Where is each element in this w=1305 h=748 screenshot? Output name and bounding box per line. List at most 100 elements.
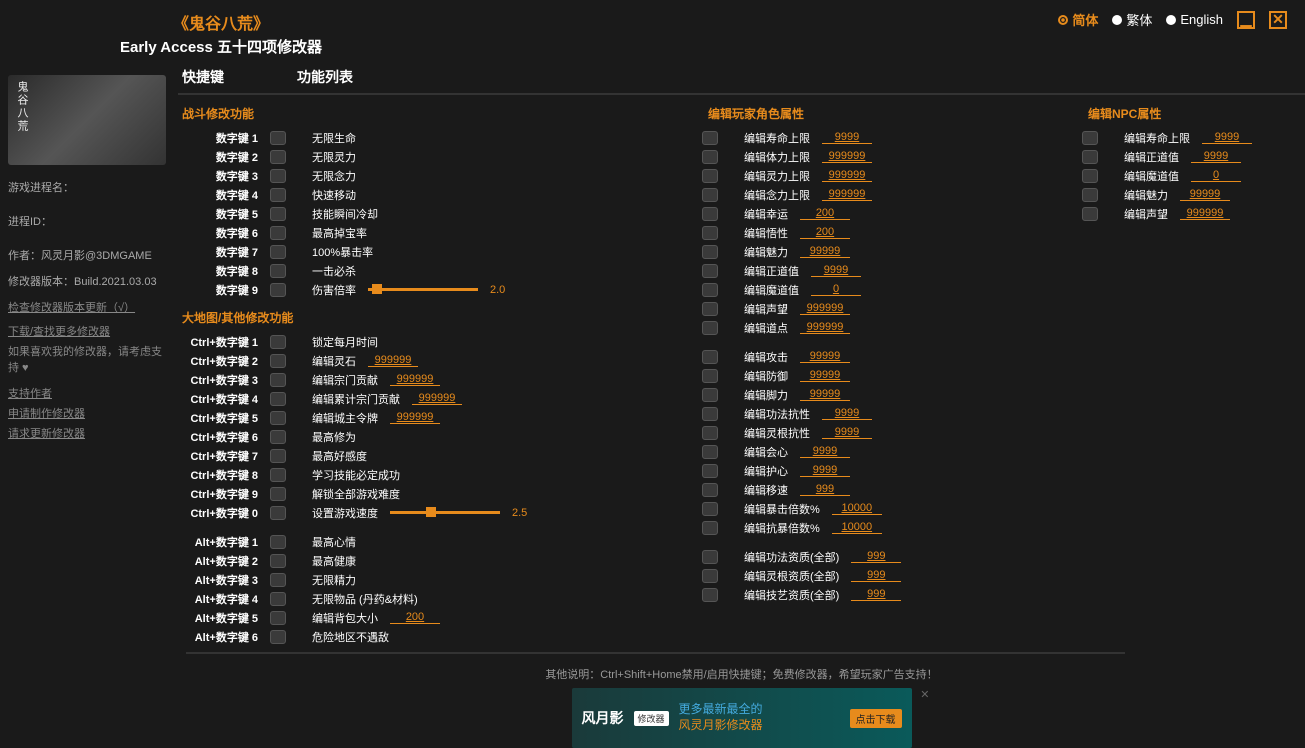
value-input[interactable]: 0 bbox=[811, 283, 861, 296]
checkbox[interactable] bbox=[270, 611, 286, 625]
slider[interactable] bbox=[390, 511, 500, 514]
checkbox[interactable] bbox=[702, 350, 718, 364]
checkbox[interactable] bbox=[702, 131, 718, 145]
value-input[interactable]: 9999 bbox=[1191, 150, 1241, 163]
value-input[interactable]: 999 bbox=[800, 483, 850, 496]
checkbox[interactable] bbox=[270, 207, 286, 221]
value-input[interactable]: 200 bbox=[800, 207, 850, 220]
value-input[interactable]: 999999 bbox=[390, 373, 440, 386]
checkbox[interactable] bbox=[702, 388, 718, 402]
checkbox[interactable] bbox=[270, 487, 286, 501]
checkbox[interactable] bbox=[270, 630, 286, 644]
checkbox[interactable] bbox=[270, 169, 286, 183]
checkbox[interactable] bbox=[702, 369, 718, 383]
checkbox[interactable] bbox=[270, 449, 286, 463]
value-input[interactable]: 9999 bbox=[822, 407, 872, 420]
checkbox[interactable] bbox=[702, 521, 718, 535]
checkbox[interactable] bbox=[702, 588, 718, 602]
checkbox[interactable] bbox=[1082, 207, 1098, 221]
value-input[interactable]: 9999 bbox=[822, 131, 872, 144]
minimize-button[interactable]: ▁ bbox=[1237, 11, 1255, 29]
checkbox[interactable] bbox=[1082, 150, 1098, 164]
ad-banner[interactable]: 风月影 修改器 更多最新最全的 风灵月影修改器 点击下载 ✕ bbox=[572, 688, 912, 748]
value-input[interactable]: 99999 bbox=[800, 369, 850, 382]
checkbox[interactable] bbox=[1082, 169, 1098, 183]
value-input[interactable]: 999999 bbox=[822, 188, 872, 201]
value-input[interactable]: 999999 bbox=[822, 169, 872, 182]
checkbox[interactable] bbox=[702, 321, 718, 335]
checkbox[interactable] bbox=[270, 554, 286, 568]
more-trainers-link[interactable]: 下载/查找更多修改器 bbox=[8, 323, 170, 339]
checkbox[interactable] bbox=[270, 335, 286, 349]
slider[interactable] bbox=[368, 288, 478, 291]
checkbox[interactable] bbox=[270, 392, 286, 406]
checkbox[interactable] bbox=[270, 150, 286, 164]
checkbox[interactable] bbox=[702, 445, 718, 459]
checkbox[interactable] bbox=[270, 411, 286, 425]
value-input[interactable]: 99999 bbox=[1180, 188, 1230, 201]
value-input[interactable]: 999 bbox=[851, 588, 901, 601]
value-input[interactable]: 200 bbox=[800, 226, 850, 239]
checkbox[interactable] bbox=[270, 245, 286, 259]
checkbox[interactable] bbox=[270, 506, 286, 520]
value-input[interactable]: 999 bbox=[851, 550, 901, 563]
value-input[interactable]: 9999 bbox=[822, 426, 872, 439]
checkbox[interactable] bbox=[702, 283, 718, 297]
close-button[interactable]: ✕ bbox=[1269, 11, 1287, 29]
value-input[interactable]: 99999 bbox=[800, 388, 850, 401]
checkbox[interactable] bbox=[270, 592, 286, 606]
lang-english[interactable]: English bbox=[1166, 12, 1223, 27]
checkbox[interactable] bbox=[270, 131, 286, 145]
value-input[interactable]: 999999 bbox=[800, 302, 850, 315]
checkbox[interactable] bbox=[702, 245, 718, 259]
checkbox[interactable] bbox=[270, 264, 286, 278]
ad-close-icon[interactable]: ✕ bbox=[920, 688, 929, 701]
checkbox[interactable] bbox=[270, 373, 286, 387]
request-update-link[interactable]: 请求更新修改器 bbox=[8, 425, 170, 441]
checkbox[interactable] bbox=[702, 550, 718, 564]
checkbox[interactable] bbox=[702, 207, 718, 221]
value-input[interactable]: 99999 bbox=[800, 245, 850, 258]
value-input[interactable]: 9999 bbox=[800, 464, 850, 477]
checkbox[interactable] bbox=[702, 188, 718, 202]
value-input[interactable]: 9999 bbox=[1202, 131, 1252, 144]
checkbox[interactable] bbox=[702, 169, 718, 183]
checkbox[interactable] bbox=[270, 188, 286, 202]
value-input[interactable]: 999999 bbox=[368, 354, 418, 367]
value-input[interactable]: 999999 bbox=[822, 150, 872, 163]
checkbox[interactable] bbox=[1082, 188, 1098, 202]
value-input[interactable]: 0 bbox=[1191, 169, 1241, 182]
checkbox[interactable] bbox=[702, 226, 718, 240]
value-input[interactable]: 9999 bbox=[800, 445, 850, 458]
checkbox[interactable] bbox=[270, 430, 286, 444]
checkbox[interactable] bbox=[702, 569, 718, 583]
checkbox[interactable] bbox=[270, 573, 286, 587]
checkbox[interactable] bbox=[702, 502, 718, 516]
value-input[interactable]: 999999 bbox=[800, 321, 850, 334]
value-input[interactable]: 200 bbox=[390, 611, 440, 624]
checkbox[interactable] bbox=[702, 483, 718, 497]
value-input[interactable]: 9999 bbox=[811, 264, 861, 277]
checkbox[interactable] bbox=[1082, 131, 1098, 145]
request-trainer-link[interactable]: 申请制作修改器 bbox=[8, 405, 170, 421]
value-input[interactable]: 999999 bbox=[390, 411, 440, 424]
checkbox[interactable] bbox=[702, 464, 718, 478]
check-update-link[interactable]: 检查修改器版本更新（√） bbox=[8, 299, 170, 315]
lang-simplified[interactable]: 简体 bbox=[1058, 10, 1098, 29]
checkbox[interactable] bbox=[702, 302, 718, 316]
support-author-link[interactable]: 支持作者 bbox=[8, 385, 170, 401]
checkbox[interactable] bbox=[270, 354, 286, 368]
lang-traditional[interactable]: 繁体 bbox=[1112, 10, 1152, 29]
value-input[interactable]: 999999 bbox=[412, 392, 462, 405]
checkbox[interactable] bbox=[702, 407, 718, 421]
checkbox[interactable] bbox=[270, 283, 286, 297]
ad-download-button[interactable]: 点击下载 bbox=[850, 709, 902, 728]
value-input[interactable]: 10000 bbox=[832, 502, 882, 515]
value-input[interactable]: 99999 bbox=[800, 350, 850, 363]
checkbox[interactable] bbox=[702, 150, 718, 164]
value-input[interactable]: 10000 bbox=[832, 521, 882, 534]
checkbox[interactable] bbox=[702, 264, 718, 278]
value-input[interactable]: 999 bbox=[851, 569, 901, 582]
checkbox[interactable] bbox=[702, 426, 718, 440]
value-input[interactable]: 999999 bbox=[1180, 207, 1230, 220]
